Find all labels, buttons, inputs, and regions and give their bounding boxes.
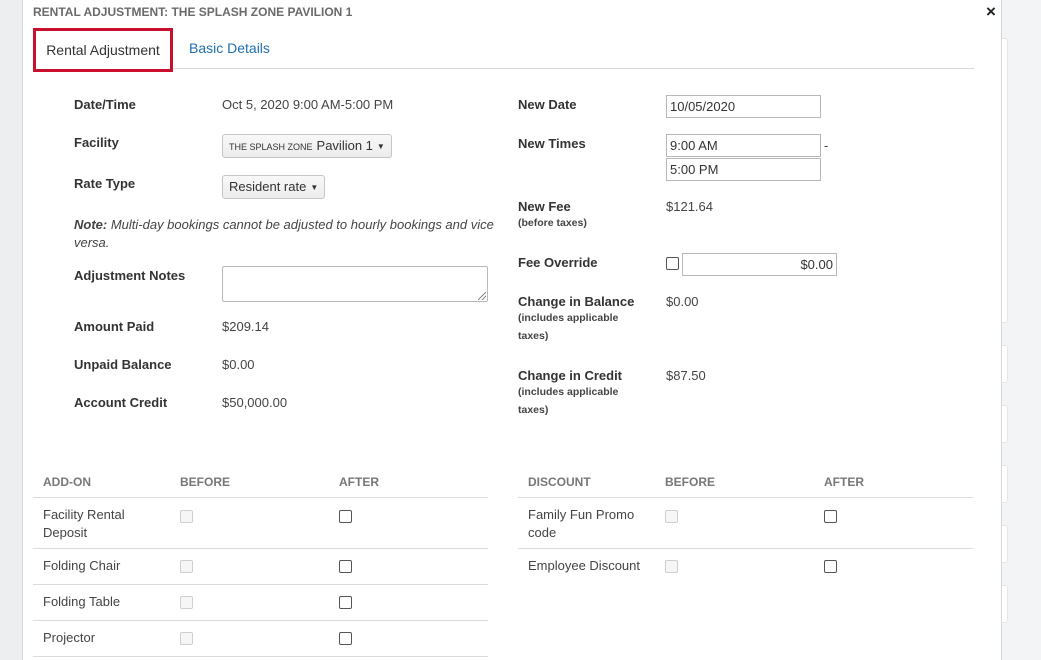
divider: [33, 620, 488, 621]
addon-row-name: Facility Rental Deposit: [43, 507, 125, 540]
discount-before-checkbox: [665, 510, 678, 523]
adjustment-notes-label: Adjustment Notes: [74, 268, 186, 283]
account-credit-label: Account Credit: [74, 395, 168, 410]
note-label: Note:: [74, 217, 108, 232]
datetime-label: Date/Time: [74, 97, 136, 112]
facility-value: Pavilion 1: [316, 138, 373, 153]
addon-before-checkbox: [180, 510, 193, 523]
new-times-label: New Times: [518, 136, 586, 151]
change-credit-label-text: Change in Credit: [518, 368, 623, 383]
new-fee-label-text: New Fee: [518, 199, 571, 214]
new-date-input[interactable]: 10/05/2020: [666, 95, 821, 118]
amount-paid-label: Amount Paid: [74, 319, 155, 334]
datetime-value: Oct 5, 2020 9:00 AM-5:00 PM: [222, 97, 394, 112]
discount-row-name: Employee Discount: [528, 558, 640, 573]
facility-label: Facility: [74, 135, 119, 150]
change-credit-sub: (includes applicable taxes): [518, 386, 619, 416]
note-text: Multi-day bookings cannot be adjusted to…: [74, 217, 494, 250]
rate-type-value: Resident rate: [229, 179, 307, 194]
unpaid-balance-label: Unpaid Balance: [74, 357, 172, 372]
background-card: [1002, 38, 1008, 323]
addon-after-checkbox[interactable]: [339, 510, 352, 523]
change-balance-label-text: Change in Balance: [518, 294, 635, 309]
addon-before-checkbox: [180, 596, 193, 609]
background-card: [1002, 525, 1008, 563]
addon-before-checkbox: [180, 560, 193, 573]
divider: [518, 548, 973, 549]
addon-before-header: BEFORE: [180, 475, 231, 489]
change-balance-label: Change in Balance (includes applicable ta…: [518, 294, 638, 345]
addon-row-name: Folding Chair: [43, 558, 121, 573]
addon-row-name: Folding Table: [43, 594, 121, 609]
caret-down-icon: ▼: [376, 141, 385, 151]
resize-handle-icon[interactable]: [478, 292, 486, 300]
multi-day-note: Note: Multi-day bookings cannot be adjus…: [74, 216, 494, 252]
divider: [33, 584, 488, 585]
new-date-label: New Date: [518, 97, 577, 112]
addon-after-header: AFTER: [339, 475, 379, 489]
background-card: [1002, 465, 1008, 503]
new-fee-value: $121.64: [666, 199, 713, 214]
addon-header: ADD-ON: [43, 475, 91, 489]
tab-bar: Rental Adjustment Basic Details: [33, 28, 974, 72]
tab-rental-adjustment[interactable]: Rental Adjustment: [33, 28, 173, 72]
fee-override-label: Fee Override: [518, 255, 598, 270]
discount-header: DISCOUNT: [528, 475, 591, 489]
close-icon[interactable]: ×: [981, 2, 1001, 22]
background-card: [1002, 585, 1008, 623]
rental-adjustment-modal: RENTAL ADJUSTMENT: THE SPLASH ZONE PAVIL…: [22, 0, 1002, 660]
change-balance-sub: (includes applicable taxes): [518, 312, 619, 342]
background-card: [1002, 345, 1008, 383]
facility-select[interactable]: THE SPLASH ZONE Pavilion 1 ▼: [222, 134, 392, 158]
addon-after-checkbox[interactable]: [339, 632, 352, 645]
discount-row-name: Family Fun Promo code: [528, 507, 635, 540]
discount-before-checkbox: [665, 560, 678, 573]
rate-type-label: Rate Type: [74, 176, 136, 191]
facility-prefix: THE SPLASH ZONE: [229, 142, 313, 152]
time-separator: -: [824, 138, 829, 153]
addon-after-checkbox[interactable]: [339, 560, 352, 573]
caret-down-icon: ▼: [310, 182, 319, 192]
adjustment-notes-textarea[interactable]: [222, 266, 488, 302]
fee-override-checkbox[interactable]: [666, 257, 679, 270]
divider: [33, 656, 488, 657]
new-time-end-input[interactable]: 5:00 PM: [666, 158, 821, 181]
change-credit-value: $87.50: [666, 368, 706, 383]
discount-after-checkbox[interactable]: [824, 560, 837, 573]
divider: [518, 497, 973, 498]
account-credit-value: $50,000.00: [222, 395, 288, 410]
discount-before-header: BEFORE: [665, 475, 716, 489]
addon-row-name: Projector: [43, 630, 96, 645]
tab-basic-details[interactable]: Basic Details: [189, 28, 270, 69]
amount-paid-value: $209.14: [222, 319, 269, 334]
divider: [33, 497, 488, 498]
background-card: [1002, 405, 1008, 443]
rate-type-select[interactable]: Resident rate ▼: [222, 175, 326, 199]
discount-after-header: AFTER: [824, 475, 864, 489]
new-fee-sub: (before taxes): [518, 217, 587, 229]
addon-before-checkbox: [180, 632, 193, 645]
divider: [33, 548, 488, 549]
addon-after-checkbox[interactable]: [339, 596, 352, 609]
fee-override-input[interactable]: $0.00: [682, 253, 837, 276]
unpaid-balance-value: $0.00: [222, 357, 255, 372]
new-time-start-input[interactable]: 9:00 AM: [666, 134, 821, 157]
change-balance-value: $0.00: [666, 294, 699, 309]
modal-title: RENTAL ADJUSTMENT: THE SPLASH ZONE PAVIL…: [33, 5, 353, 19]
new-fee-label: New Fee (before taxes): [518, 199, 587, 232]
discount-after-checkbox[interactable]: [824, 510, 837, 523]
change-credit-label: Change in Credit (includes applicable tax…: [518, 368, 638, 419]
